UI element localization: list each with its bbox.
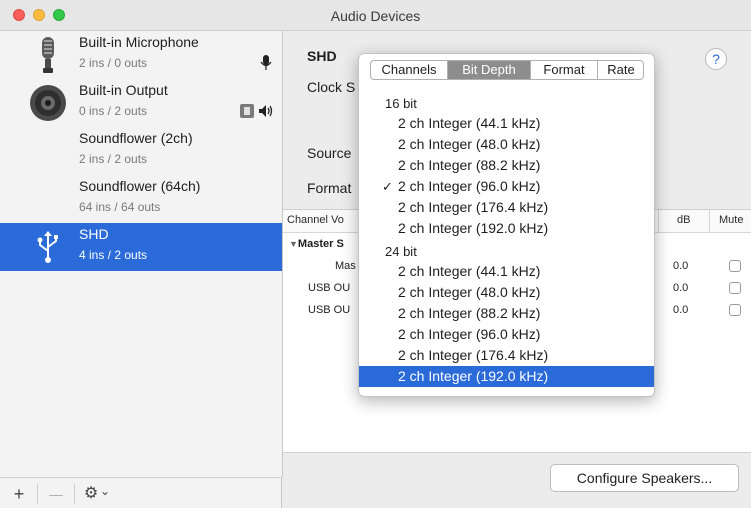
column-divider	[658, 210, 659, 232]
device-list: Built-in Microphone 2 ins / 0 outs Built…	[0, 31, 283, 477]
format-popover: Channels Bit Depth Format Rate 16 bit 2 …	[358, 53, 655, 397]
checkmark-icon: ✓	[382, 179, 393, 194]
device-item-soundflower-2ch[interactable]: Soundflower (2ch) 2 ins / 2 outs	[0, 127, 282, 175]
format-option-label: 2 ch Integer (176.4 kHz)	[398, 347, 549, 363]
format-option-label: 2 ch Integer (88.2 kHz)	[398, 305, 541, 321]
output-speaker-icon	[259, 105, 273, 117]
column-divider	[709, 210, 710, 232]
device-name: Built-in Output	[79, 82, 168, 98]
format-option[interactable]: 2 ch Integer (48.0 kHz)	[359, 282, 654, 303]
device-title: SHD	[307, 48, 337, 64]
device-io: 0 ins / 2 outs	[79, 104, 148, 118]
help-button[interactable]: ?	[705, 48, 727, 70]
device-list-toolbar: + — ⚙ ⌄	[0, 477, 282, 508]
tab-rate[interactable]: Rate	[598, 61, 643, 79]
usb-icon	[37, 231, 58, 263]
configure-speakers-button[interactable]: Configure Speakers...	[550, 464, 739, 492]
group-name: Master S	[297, 238, 344, 250]
format-option[interactable]: 2 ch Integer (176.4 kHz)	[359, 197, 654, 218]
format-option[interactable]: 2 ch Integer (96.0 kHz)	[359, 324, 654, 345]
format-option[interactable]: 2 ch Integer (88.2 kHz)	[359, 303, 654, 324]
device-name: Soundflower (2ch)	[79, 130, 193, 146]
input-microphone-icon	[260, 55, 272, 70]
format-option-label: 2 ch Integer (48.0 kHz)	[398, 136, 541, 152]
device-item-built-in-microphone[interactable]: Built-in Microphone 2 ins / 0 outs	[0, 31, 282, 79]
format-option-selected[interactable]: ✓ 2 ch Integer (96.0 kHz)	[359, 176, 654, 197]
group-header-16-bit: 16 bit	[385, 96, 417, 111]
format-option-label: 2 ch Integer (88.2 kHz)	[398, 157, 541, 173]
format-option-label: 2 ch Integer (192.0 kHz)	[398, 220, 549, 236]
group-label: ▼Master S	[289, 238, 344, 250]
format-option[interactable]: 2 ch Integer (192.0 kHz)	[359, 218, 654, 239]
column-header-mute[interactable]: Mute	[719, 214, 743, 226]
chevron-down-icon[interactable]: ⌄	[100, 480, 110, 502]
system-output-icon	[240, 104, 254, 118]
divider	[37, 484, 38, 504]
disclosure-triangle-icon[interactable]: ▼	[289, 239, 298, 249]
group-header-24-bit: 24 bit	[385, 244, 417, 259]
format-option-label: 2 ch Integer (48.0 kHz)	[398, 284, 541, 300]
window-title: Audio Devices	[330, 8, 421, 24]
tab-format[interactable]: Format	[531, 61, 597, 79]
format-option[interactable]: 2 ch Integer (48.0 kHz)	[359, 134, 654, 155]
device-name: Soundflower (64ch)	[79, 178, 201, 194]
mute-checkbox[interactable]	[729, 304, 741, 316]
format-option-label: 2 ch Integer (44.1 kHz)	[398, 115, 541, 131]
title-bar: Audio Devices	[0, 0, 751, 31]
gear-icon[interactable]: ⚙	[82, 483, 100, 505]
db-value: 0.0	[673, 304, 689, 316]
channel-label: USB OU	[308, 304, 351, 316]
device-io: 2 ins / 2 outs	[79, 152, 148, 166]
device-name: SHD	[79, 226, 109, 242]
mute-checkbox[interactable]	[729, 282, 741, 294]
device-io: 2 ins / 0 outs	[79, 56, 148, 70]
source-label: Source	[307, 145, 352, 161]
device-io: 64 ins / 64 outs	[79, 200, 161, 214]
tab-bit-depth[interactable]: Bit Depth	[448, 61, 530, 79]
remove-device-button[interactable]: —	[45, 483, 67, 505]
format-option-label: 2 ch Integer (44.1 kHz)	[398, 263, 541, 279]
device-io: 4 ins / 2 outs	[79, 248, 148, 262]
format-option-label: 2 ch Integer (176.4 kHz)	[398, 199, 549, 215]
format-option-label: 2 ch Integer (192.0 kHz)	[398, 368, 549, 384]
db-value: 0.0	[673, 260, 689, 272]
format-option[interactable]: 2 ch Integer (88.2 kHz)	[359, 155, 654, 176]
audio-devices-window: Audio Devices Built-in Microphone 2 ins …	[0, 0, 751, 508]
speaker-icon	[30, 85, 66, 121]
microphone-icon	[42, 37, 54, 73]
mute-checkbox[interactable]	[729, 260, 741, 272]
tab-channels[interactable]: Channels	[371, 61, 447, 79]
column-header-db[interactable]: dB	[677, 214, 690, 226]
device-name: Built-in Microphone	[79, 34, 199, 50]
column-header-channel-volume[interactable]: Channel Vo	[287, 214, 344, 226]
device-item-soundflower-64ch[interactable]: Soundflower (64ch) 64 ins / 64 outs	[0, 175, 282, 223]
clock-source-label: Clock S	[307, 79, 356, 95]
format-option[interactable]: 2 ch Integer (44.1 kHz)	[359, 261, 654, 282]
format-segmented-control: Channels Bit Depth Format Rate	[370, 60, 644, 80]
channel-label: Mas	[335, 260, 356, 272]
format-option[interactable]: 2 ch Integer (44.1 kHz)	[359, 113, 654, 134]
add-device-button[interactable]: +	[10, 483, 28, 505]
divider	[74, 484, 75, 504]
format-option-label: 2 ch Integer (96.0 kHz)	[398, 178, 541, 194]
channel-label: USB OU	[308, 282, 351, 294]
device-item-shd[interactable]: SHD 4 ins / 2 outs	[0, 223, 282, 271]
format-option-highlighted[interactable]: 2 ch Integer (192.0 kHz)	[359, 366, 654, 387]
format-label: Format	[307, 180, 352, 196]
format-option[interactable]: 2 ch Integer (176.4 kHz)	[359, 345, 654, 366]
format-option-label: 2 ch Integer (96.0 kHz)	[398, 326, 541, 342]
db-value: 0.0	[673, 282, 689, 294]
device-item-built-in-output[interactable]: Built-in Output 0 ins / 2 outs	[0, 79, 282, 127]
